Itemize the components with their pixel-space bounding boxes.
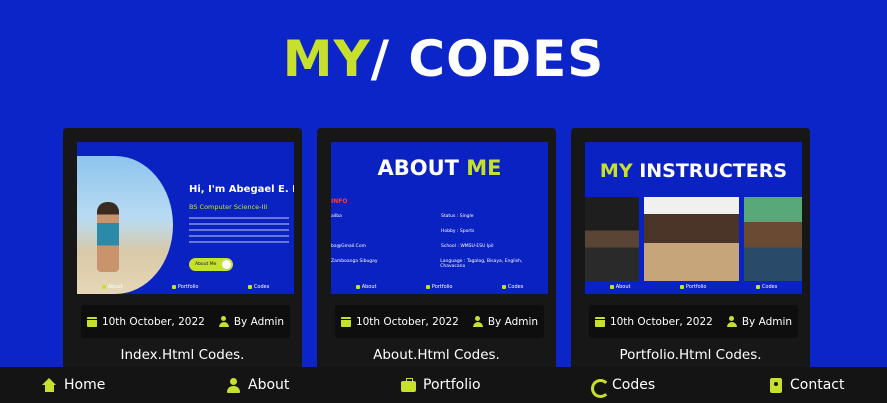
- thumbnail-nav: About Portfolio Codes: [77, 280, 294, 294]
- card-meta: 10th October, 2022 By Admin: [81, 305, 290, 338]
- thumbnail-nav-item: Codes: [502, 284, 523, 290]
- calendar-icon: [86, 316, 97, 327]
- card-thumbnail[interactable]: ABOUT ME INFO ailba Status : Single Hobby…: [331, 142, 548, 294]
- nav-home-label: Home: [64, 377, 106, 393]
- card-meta: 10th October, 2022 By Admin: [589, 305, 798, 338]
- nav-portfolio-label: Portfolio: [423, 377, 481, 393]
- nav-contact[interactable]: Contact: [768, 367, 844, 403]
- nav-home[interactable]: Home: [42, 367, 105, 403]
- nav-portfolio[interactable]: Portfolio: [401, 367, 481, 403]
- thumbnail-nav: About Portfolio Codes: [585, 280, 802, 294]
- code-card-index[interactable]: Hi, I'm Abegael E. B BS Computer Science…: [63, 128, 302, 373]
- thumbnail-nav-item: Portfolio: [426, 284, 453, 290]
- user-icon: [226, 377, 241, 393]
- contact-icon: [768, 377, 783, 393]
- instructor-photo: [643, 197, 740, 281]
- thumbnail-nav: About Portfolio Codes: [331, 280, 548, 294]
- card-author: By Admin: [487, 315, 539, 328]
- heading-rest: CODES: [389, 30, 605, 88]
- thumbnail-nav-item: About: [102, 284, 123, 290]
- info-cell: Hobby : Sports: [441, 229, 475, 234]
- thumbnail-title-accent: MY: [599, 160, 633, 182]
- page-heading: MY/ CODES: [0, 30, 887, 88]
- info-cell: [331, 229, 441, 234]
- card-title[interactable]: Portfolio.Html Codes.: [571, 347, 810, 363]
- thumbnail-title-main: INSTRUCTERS: [632, 160, 788, 182]
- code-card-about[interactable]: ABOUT ME INFO ailba Status : Single Hobby…: [317, 128, 556, 373]
- thumbnail-nav-item: About: [610, 284, 631, 290]
- card-title[interactable]: Index.Html Codes.: [63, 347, 302, 363]
- info-cell: Zamboanga Sibugay: [331, 259, 378, 264]
- card-date: 10th October, 2022: [101, 315, 205, 328]
- briefcase-icon: [401, 377, 416, 393]
- footer-nav: Home About Portfolio Codes Contact: [0, 367, 887, 403]
- heading-accent: MY: [282, 30, 371, 88]
- info-cell: ba@Gmail.Com: [331, 244, 366, 249]
- thumbnail-nav-item: Portfolio: [172, 284, 199, 290]
- nav-about-label: About: [248, 377, 290, 393]
- thumbnail-person: [97, 202, 119, 272]
- thumbnail-subtitle: BS Computer Science-III: [189, 203, 268, 211]
- thumbnail-info-rows: ailba Status : Single Hobby : Sports ba@G…: [331, 214, 548, 279]
- info-cell: Status : Single: [441, 214, 474, 219]
- thumbnail-photos: [585, 197, 802, 281]
- thumbnail-button: About Me: [189, 258, 233, 271]
- home-icon: [42, 377, 57, 393]
- thumbnail-nav-item: Codes: [248, 284, 269, 290]
- nav-contact-label: Contact: [790, 377, 845, 393]
- info-cell: School : WMSU-ESU Ipil: [441, 244, 494, 249]
- thumbnail-title: MY INSTRUCTERS: [585, 160, 802, 182]
- calendar-icon: [594, 316, 605, 327]
- thumbnail-title-main: ABOUT: [377, 156, 467, 180]
- info-cell: ailba: [331, 214, 342, 219]
- code-card-portfolio[interactable]: MY INSTRUCTERS About Portfolio Codes 10t…: [571, 128, 810, 373]
- user-icon: [218, 316, 229, 327]
- thumbnail-info-label: INFO: [331, 198, 348, 205]
- thumbnail-title: ABOUT ME: [331, 156, 548, 180]
- card-author: By Admin: [741, 315, 793, 328]
- nav-codes[interactable]: Codes: [590, 367, 655, 403]
- card-date: 10th October, 2022: [355, 315, 459, 328]
- info-cell: Language : Tagalog, Bisaya, English, Cha…: [440, 259, 523, 269]
- nav-codes-label: Codes: [612, 377, 656, 393]
- instructor-photo: [744, 197, 802, 281]
- user-icon: [472, 316, 483, 327]
- card-meta: 10th October, 2022 By Admin: [335, 305, 544, 338]
- thumbnail-text-lines: [189, 217, 289, 247]
- instructor-photo: [585, 197, 639, 281]
- user-icon: [726, 316, 737, 327]
- card-date: 10th October, 2022: [609, 315, 713, 328]
- thumbnail-title-accent: ME: [466, 156, 502, 180]
- thumbnail-nav-item: About: [356, 284, 377, 290]
- code-icon: [590, 378, 610, 398]
- thumbnail-nav-item: Codes: [756, 284, 777, 290]
- calendar-icon: [340, 316, 351, 327]
- thumbnail-photo-beach: [77, 156, 173, 294]
- thumbnail-nav-item: Portfolio: [680, 284, 707, 290]
- nav-about[interactable]: About: [226, 367, 289, 403]
- card-title[interactable]: About.Html Codes.: [317, 347, 556, 363]
- thumbnail-title: Hi, I'm Abegael E. B: [189, 184, 294, 195]
- card-thumbnail[interactable]: Hi, I'm Abegael E. B BS Computer Science…: [77, 142, 294, 294]
- heading-slash: /: [370, 30, 390, 88]
- code-cards: Hi, I'm Abegael E. B BS Computer Science…: [63, 128, 810, 373]
- card-thumbnail[interactable]: MY INSTRUCTERS About Portfolio Codes: [585, 142, 802, 294]
- card-author: By Admin: [233, 315, 285, 328]
